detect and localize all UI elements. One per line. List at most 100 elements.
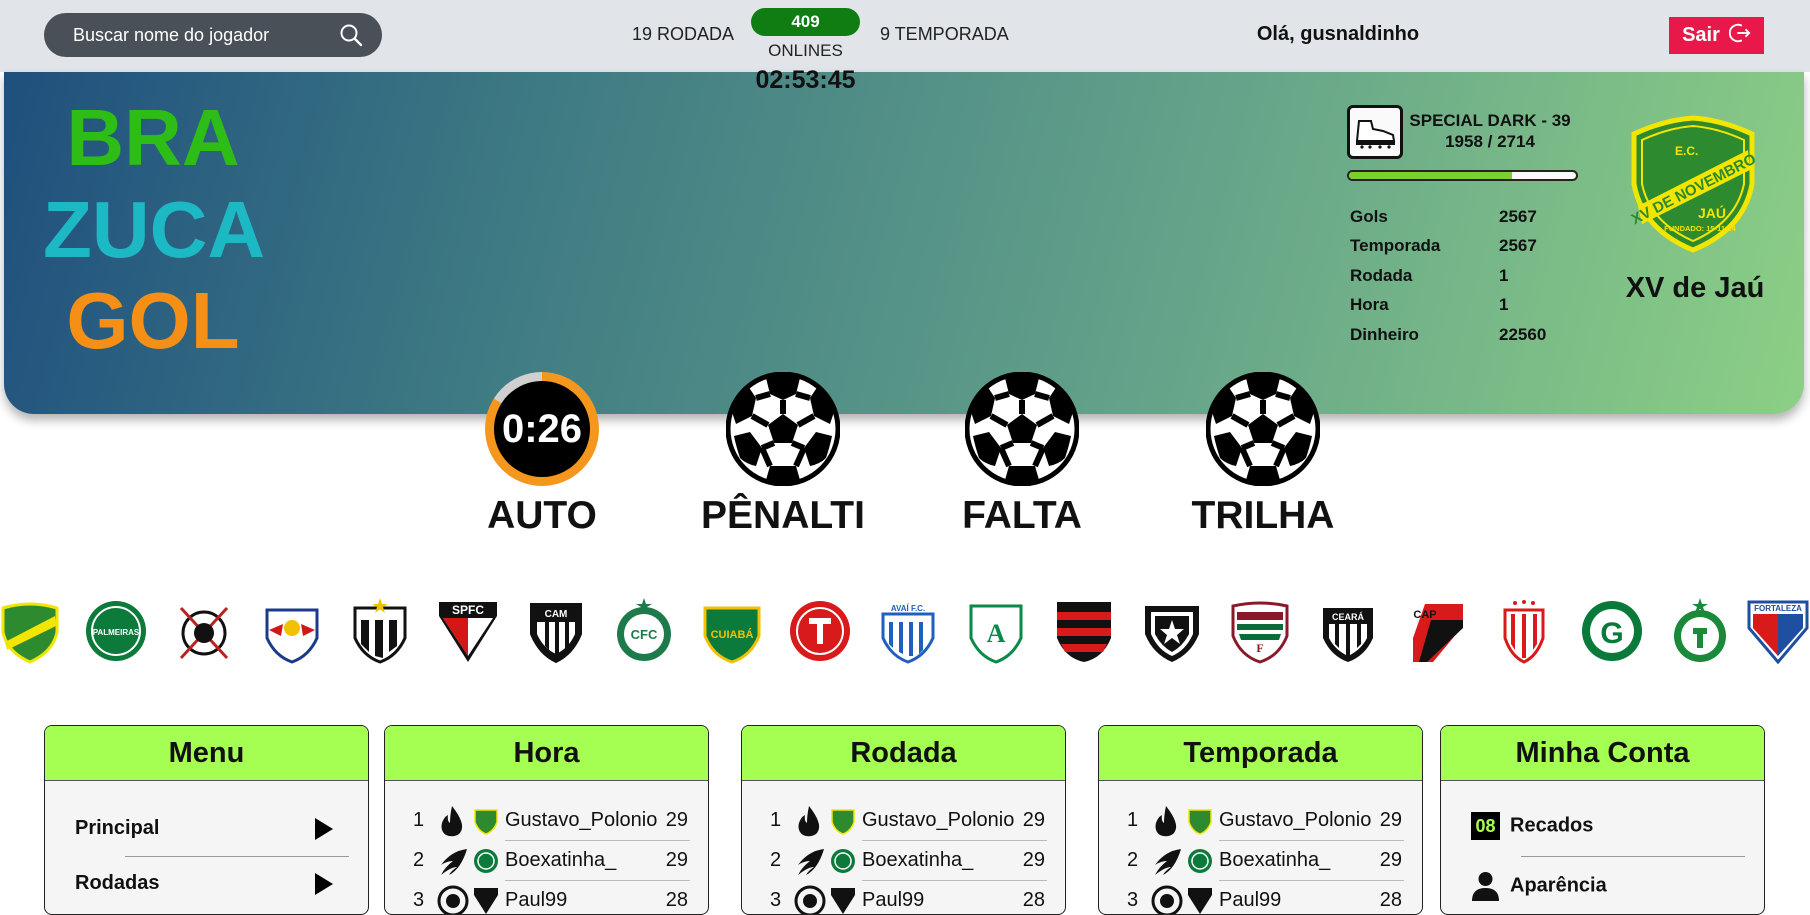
america-mineiro-crest-icon[interactable]: A <box>963 598 1029 664</box>
player-name: Gustavo_Polonio <box>505 809 658 831</box>
brand-logo-line-3: GOL <box>66 276 240 365</box>
rank-position: 1 <box>1127 809 1139 831</box>
temporada-ranking-panel: Temporada 1 Gustavo_Polonio 29 2 Boexati… <box>1098 725 1423 915</box>
player-points: 29 <box>1379 809 1402 831</box>
stat-row-dinheiro: Dinheiro 22560 <box>1350 325 1580 345</box>
club-crest-icon[interactable]: E.C. XV DE NOVEMBRO JAÚ FUNDADO: 15-11-2… <box>1624 114 1762 254</box>
ranking-row[interactable]: 2 Boexatinha_ 29 <box>1099 843 1422 879</box>
atletico-mineiro-crest-icon[interactable]: CAM <box>523 598 589 664</box>
online-count-badge: 409 <box>751 8 860 36</box>
rank-position: 3 <box>770 889 782 911</box>
stat-label: Dinheiro <box>1350 325 1419 344</box>
juventude-crest-icon[interactable] <box>1667 598 1733 664</box>
palmeiras-crest-icon <box>474 849 498 873</box>
palmeiras-crest-icon[interactable]: PALMEIRAS <box>83 598 149 664</box>
soccer-ball-icon <box>965 372 1079 486</box>
player-name: Paul99 <box>505 889 568 911</box>
menu-item-rodadas[interactable]: Rodadas <box>75 872 333 895</box>
stat-value: 1 <box>1499 295 1509 314</box>
sao-paulo-crest-icon[interactable]: SPFC <box>435 598 501 664</box>
ranking-row[interactable]: 3 Paul99 28 <box>742 883 1065 914</box>
hora-panel-title: Hora <box>385 726 708 781</box>
player-name: Boexatinha_ <box>505 849 617 871</box>
atletico-mineiro-text: CAM <box>545 609 568 620</box>
top-bar: 19 RODADA 409 ONLINES 9 TEMPORADA Olá, g… <box>0 0 1810 72</box>
fluminense-crest-icon[interactable]: F <box>1227 598 1293 664</box>
red-bull-bragantino-crest-icon[interactable] <box>259 598 325 664</box>
goias-crest-icon[interactable]: G <box>1579 598 1645 664</box>
stat-label: Rodada <box>1350 266 1413 285</box>
xv-de-jau-crest-icon[interactable] <box>0 598 63 664</box>
unread-count-badge: 08 <box>1471 812 1500 840</box>
coritiba-crest-icon[interactable]: CFC <box>611 598 677 664</box>
auto-timer-text: 0:26 <box>494 381 590 477</box>
crest-ec-text: E.C. <box>1675 144 1698 158</box>
ranking-divider <box>862 880 1047 881</box>
wing-icon <box>1155 849 1181 875</box>
ranking-row[interactable]: 1 Gustavo_Polonio 29 <box>1099 803 1422 839</box>
account-item-aparencia[interactable]: Aparência <box>1471 871 1607 901</box>
stat-label: Temporada <box>1350 236 1441 255</box>
ranking-row[interactable]: 3 Paul99 28 <box>1099 883 1422 914</box>
fortaleza-text: FORTALEZA <box>1754 604 1802 613</box>
svg-text:A: A <box>987 619 1006 648</box>
ranking-row[interactable]: 2 Boexatinha_ 29 <box>742 843 1065 879</box>
logout-button[interactable]: Sair <box>1669 17 1764 54</box>
mode-penalti-label: PÊNALTI <box>701 494 865 537</box>
sao-paulo-crest-icon <box>1188 888 1212 914</box>
temporada-panel-title: Temporada <box>1099 726 1422 781</box>
search-input[interactable] <box>73 24 338 46</box>
stat-value: 22560 <box>1499 325 1547 344</box>
sao-paulo-text: SPFC <box>452 603 484 617</box>
ceara-crest-icon[interactable]: CEARÁ <box>1315 598 1381 664</box>
item-info: SPECIAL DARK - 39 1958 / 2714 <box>1405 110 1575 152</box>
mode-penalti[interactable]: PÊNALTI <box>693 372 873 537</box>
santos-crest-icon[interactable] <box>347 598 413 664</box>
stat-row-hora: Hora 1 <box>1350 295 1580 315</box>
ranking-row[interactable]: 3 Paul99 28 <box>385 883 708 914</box>
athletico-paranaense-crest-icon[interactable]: CAP <box>1403 598 1469 664</box>
auto-timer-ring: 0:26 <box>485 372 599 486</box>
account-panel-title: Minha Conta <box>1441 726 1764 781</box>
atletico-goianiense-crest-icon[interactable] <box>1491 598 1557 664</box>
fortaleza-crest-icon[interactable]: FORTALEZA <box>1745 598 1810 664</box>
countdown-clock: 02:53:45 <box>755 66 856 94</box>
menu-item-principal[interactable]: Principal <box>75 817 333 840</box>
ranking-row[interactable]: 2 Boexatinha_ 29 <box>385 843 708 879</box>
flame-icon <box>798 806 820 837</box>
mode-trilha[interactable]: TRILHA <box>1173 372 1353 537</box>
ranking-divider <box>505 840 690 841</box>
club-name: XV de Jaú <box>1625 272 1765 304</box>
flamengo-crest-icon[interactable] <box>1051 598 1117 664</box>
player-name: Gustavo_Polonio <box>862 809 1015 831</box>
target-icon <box>1151 885 1183 914</box>
stat-label: Gols <box>1350 207 1388 226</box>
player-search[interactable] <box>44 13 382 57</box>
flame-icon <box>441 806 463 837</box>
mode-falta[interactable]: FALTA <box>932 372 1112 537</box>
cuiaba-crest-icon[interactable]: CUIABÁ <box>699 598 765 664</box>
teams-strip: PALMEIRAS SPFC CAM CFC CUIABÁ AVAÍ F.C. … <box>0 598 1810 668</box>
hora-ranking-panel: Hora 1 Gustavo_Polonio 29 2 Boexatinha_ … <box>384 725 709 915</box>
corinthians-crest-icon[interactable] <box>171 598 237 664</box>
botafogo-crest-icon[interactable] <box>1139 598 1205 664</box>
internacional-crest-icon[interactable] <box>787 598 853 664</box>
avai-crest-icon[interactable]: AVAÍ F.C. <box>875 598 941 664</box>
ranking-row[interactable]: 1 Gustavo_Polonio 29 <box>385 803 708 839</box>
ranking-row[interactable]: 1 Gustavo_Polonio 29 <box>742 803 1065 839</box>
stat-row-gols: Gols 2567 <box>1350 207 1580 227</box>
target-icon <box>437 885 469 914</box>
account-item-recados[interactable]: 08 Recados <box>1471 812 1593 840</box>
player-name: Boexatinha_ <box>862 849 974 871</box>
player-points: 29 <box>665 849 688 871</box>
rodada-panel-title: Rodada <box>742 726 1065 781</box>
flame-icon <box>1155 806 1177 837</box>
stat-row-temporada: Temporada 2567 <box>1350 236 1580 256</box>
club-crest-icon <box>831 809 855 835</box>
search-icon[interactable] <box>338 22 364 48</box>
mode-auto[interactable]: 0:26 AUTO <box>452 372 632 537</box>
equipped-item-slot[interactable] <box>1347 105 1403 159</box>
sao-paulo-crest-icon <box>474 888 498 914</box>
item-name: SPECIAL DARK - 39 <box>1409 111 1571 130</box>
item-progress-text: 1958 / 2714 <box>1445 132 1535 151</box>
